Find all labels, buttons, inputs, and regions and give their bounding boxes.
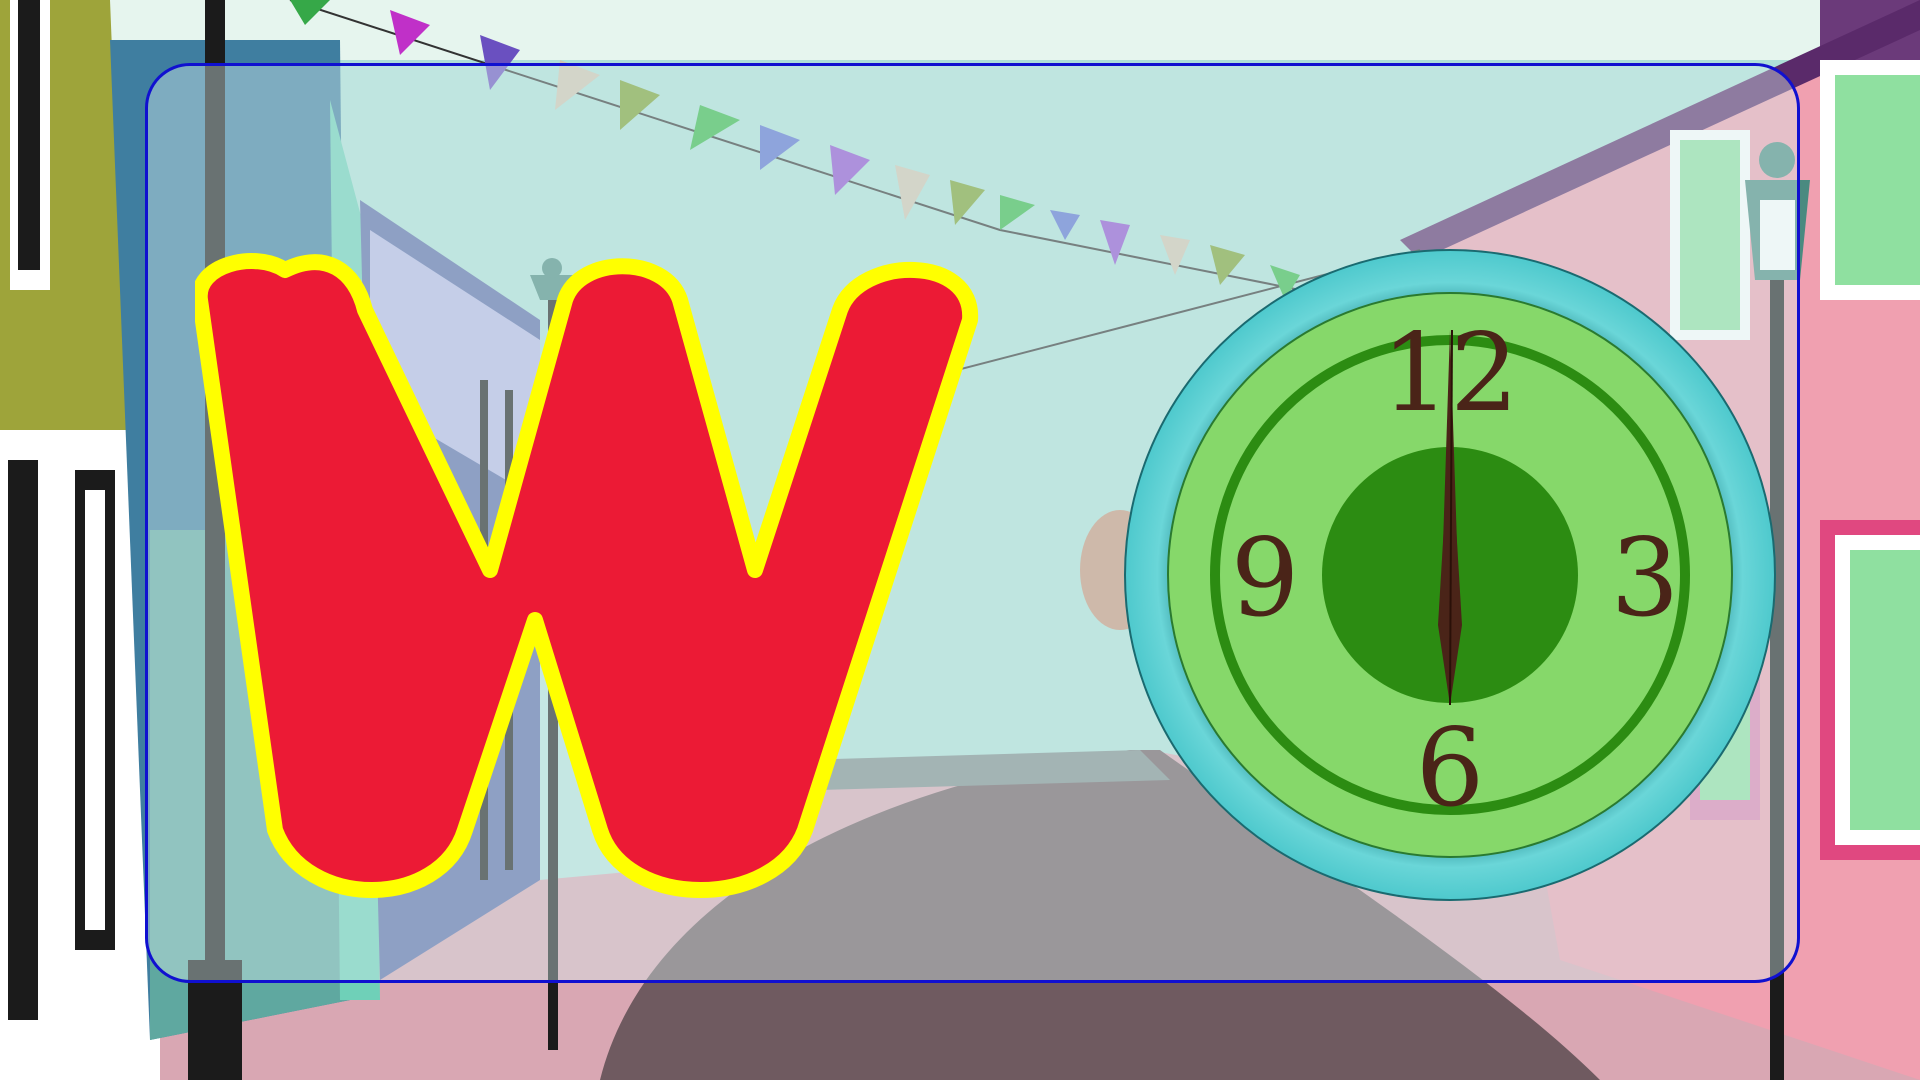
clock-graphic: 12 3 6 9 — [1120, 245, 1780, 905]
clock-icon: 12 3 6 9 — [1124, 249, 1776, 901]
letter-w-graphic — [191, 210, 1125, 910]
clock-number-6: 6 — [1416, 706, 1485, 831]
letter-w-shape — [191, 253, 979, 898]
lesson-scene: 12 3 6 9 — [0, 0, 1920, 1080]
letter-w-icon — [191, 253, 979, 898]
clock-number-9: 9 — [1231, 516, 1300, 641]
clock-number-3: 3 — [1611, 516, 1680, 641]
